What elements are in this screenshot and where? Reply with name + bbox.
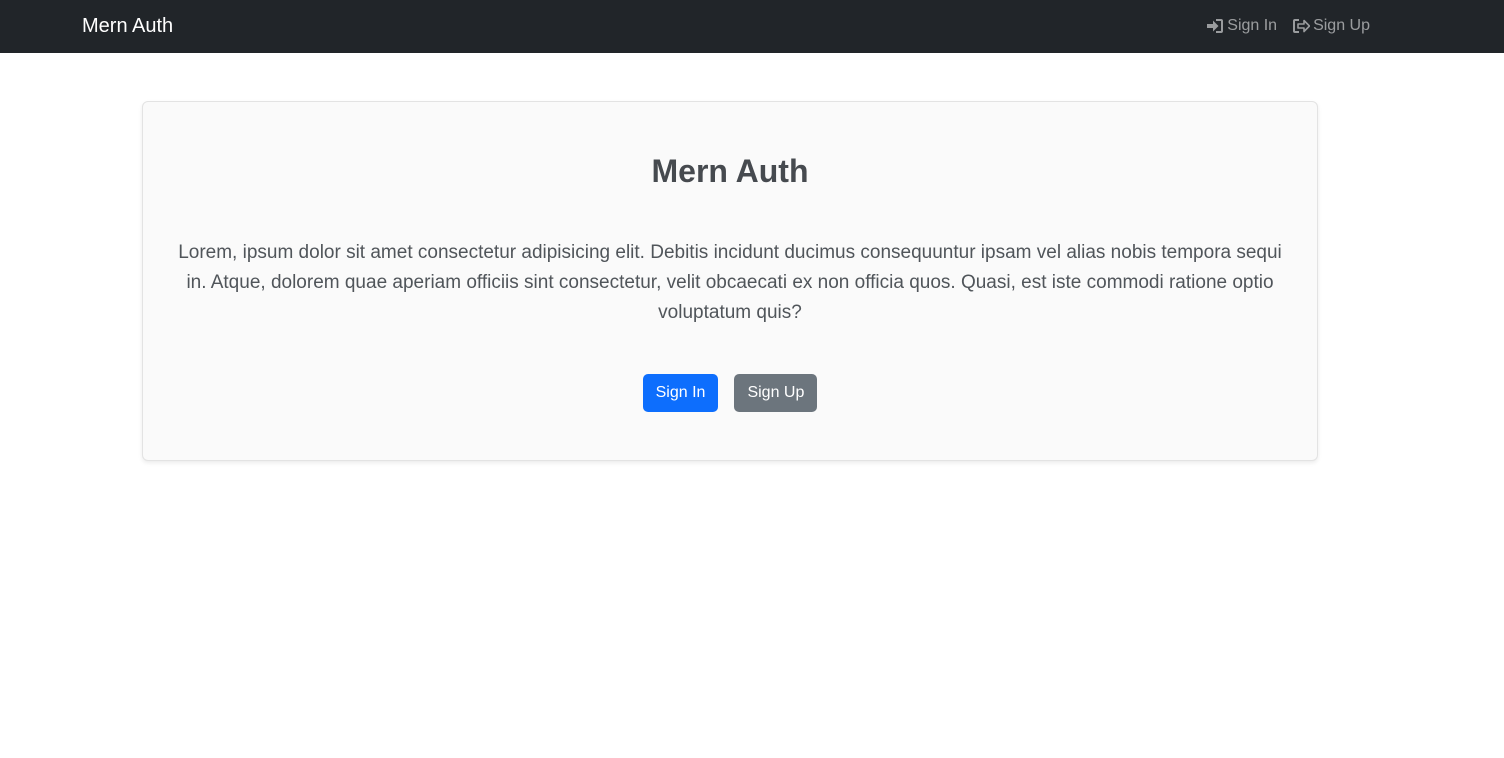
hero-card: Mern Auth Lorem, ipsum dolor sit amet co… xyxy=(142,101,1318,461)
sign-out-icon xyxy=(1292,18,1311,34)
nav-sign-up-link[interactable]: Sign Up xyxy=(1292,15,1370,37)
hero-description: Lorem, ipsum dolor sit amet consectetur … xyxy=(178,242,1282,323)
hero-button-row: Sign In Sign Up xyxy=(143,374,1317,412)
nav-sign-up-label: Sign Up xyxy=(1313,17,1370,34)
sign-up-button[interactable]: Sign Up xyxy=(734,374,818,412)
hero-title: Mern Auth xyxy=(651,153,809,189)
nav-sign-in-link[interactable]: Sign In xyxy=(1206,15,1277,37)
navbar: Mern Auth Sign In Sign Up xyxy=(0,0,1504,53)
sign-in-button[interactable]: Sign In xyxy=(642,374,719,412)
navbar-brand[interactable]: Mern Auth xyxy=(82,14,173,38)
nav-sign-in-label: Sign In xyxy=(1227,17,1278,34)
sign-in-icon xyxy=(1206,18,1224,34)
nav-links: Sign In Sign Up xyxy=(1206,15,1370,37)
